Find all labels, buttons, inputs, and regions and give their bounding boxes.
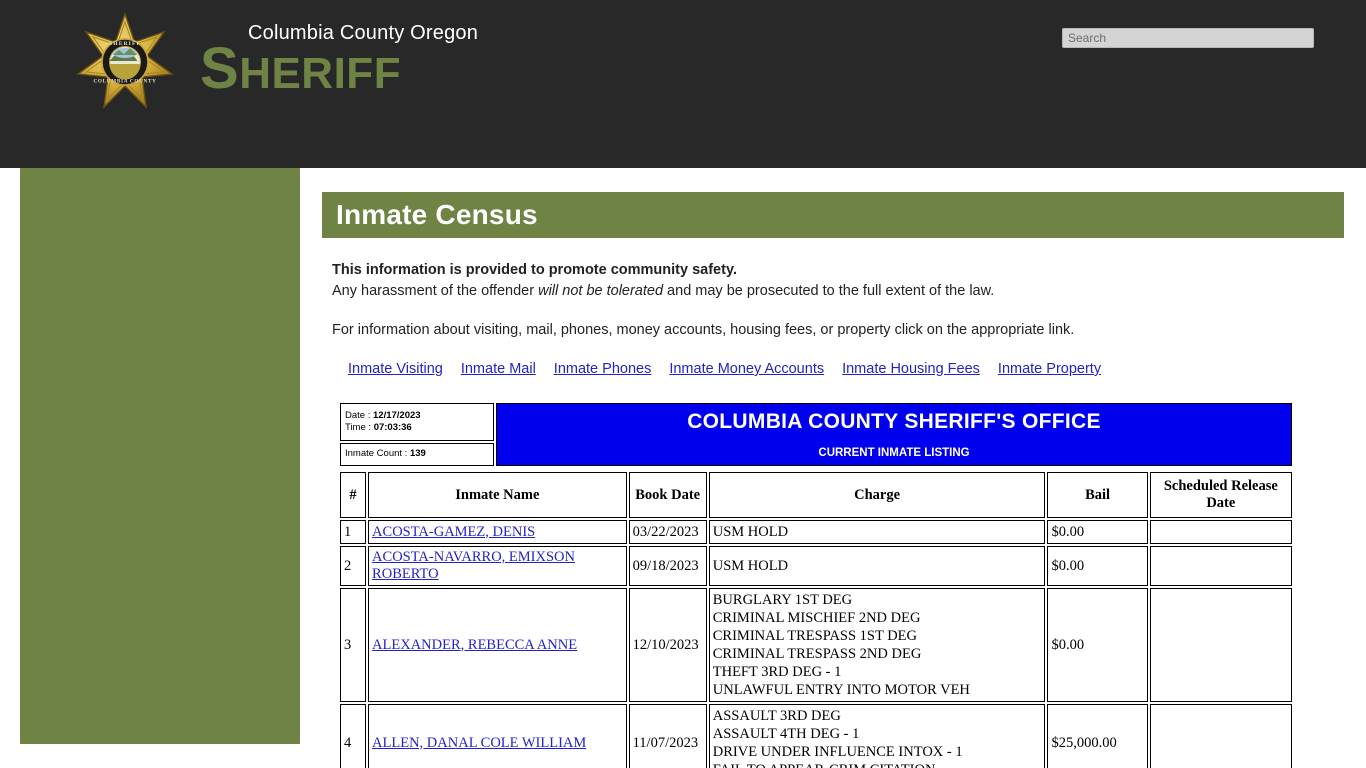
intro-sub-post: and may be prosecuted to the full extent… xyxy=(663,283,995,299)
page-title-bar: Inmate Census xyxy=(322,192,1344,238)
brand-sheriff-label: SHERIFF xyxy=(200,40,478,99)
cell-charges: USM HOLD xyxy=(708,520,1046,544)
cell-book-date: 11/07/2023 xyxy=(628,704,707,768)
listing-count-value: 139 xyxy=(409,448,426,460)
charge-line: USM HOLD xyxy=(712,558,789,574)
cell-scheduled-release-date xyxy=(1149,704,1292,768)
column-header-number: # xyxy=(340,472,367,518)
main-content: Inmate Census This information is provid… xyxy=(322,192,1344,768)
page-title: Inmate Census xyxy=(336,199,538,230)
column-header-charge: Charge xyxy=(708,472,1046,518)
charge-line: CRIMINAL MISCHIEF 2ND DEG xyxy=(712,610,921,626)
charge-line: ASSAULT 3RD DEG xyxy=(712,708,841,724)
table-row: 4 ALLEN, DANAL COLE WILLIAM 11/07/2023 ASSA… xyxy=(340,704,1292,768)
link-inmate-housing-fees[interactable]: Inmate Housing Fees xyxy=(842,361,980,377)
inmate-name-link[interactable]: ACOSTA-NAVARRO, EMIXSON ROBERTO xyxy=(372,549,575,582)
census-table-head: # Inmate Name Book Date Charge Bail Sche… xyxy=(340,472,1292,518)
brand-county-label: Columbia County Oregon xyxy=(248,22,479,44)
star-badge-icon: SHERIFF COLUMBIA COUNTY xyxy=(76,12,174,109)
cell-row-number: 4 xyxy=(340,704,367,768)
listing-meta-table: Date : 12/17/2023 Time : 07:03:36 COLUMB… xyxy=(338,401,1294,468)
inmate-name-link[interactable]: ALEXANDER, REBECCA ANNE xyxy=(372,637,577,653)
listing-datetime-cell: Date : 12/17/2023 Time : 07:03:36 xyxy=(340,403,494,441)
charge-line: CRIMINAL TRESPASS 1ST DEG xyxy=(712,628,918,644)
inmate-census-table: # Inmate Name Book Date Charge Bail Sche… xyxy=(338,470,1294,768)
intro-sub-emphasis: will not be tolerated xyxy=(538,283,664,299)
listing-count-label: Inmate Count : xyxy=(345,448,408,460)
charge-line: BURGLARY 1ST DEG xyxy=(712,592,853,608)
listing-time-line: Time : 07:03:36 xyxy=(345,422,489,434)
listing-office-title: COLUMBIA COUNTY SHERIFF'S OFFICE xyxy=(687,410,1101,433)
charge-line: CRIMINAL TRESPASS 2ND DEG xyxy=(712,646,922,662)
charge-line: USM HOLD xyxy=(712,524,789,540)
cell-bail: $0.00 xyxy=(1047,520,1148,544)
cell-inmate-name: ALEXANDER, REBECCA ANNE xyxy=(368,588,627,702)
svg-text:SHERIFF: SHERIFF xyxy=(109,41,141,47)
charge-line: UNLAWFUL ENTRY INTO MOTOR VEH xyxy=(712,682,970,698)
cell-scheduled-release-date xyxy=(1149,588,1292,702)
charge-line: ASSAULT 4TH DEG - 1 xyxy=(712,726,860,742)
link-inmate-phones[interactable]: Inmate Phones xyxy=(554,361,652,377)
cell-charges: BURGLARY 1ST DEG CRIMINAL MISCHIEF 2ND DE… xyxy=(708,588,1046,702)
cell-row-number: 3 xyxy=(340,588,367,702)
table-row: 2 ACOSTA-NAVARRO, EMIXSON ROBERTO 09/18/20… xyxy=(340,546,1292,586)
link-inmate-visiting[interactable]: Inmate Visiting xyxy=(348,361,443,377)
listing-date-value: 12/17/2023 xyxy=(373,409,421,421)
intro-sub: Any harassment of the offender will not … xyxy=(332,281,1334,301)
charge-line: FAIL TO APPEAR-CRIM CITATION xyxy=(713,761,1042,768)
listing-count-cell: Inmate Count : 139 xyxy=(340,442,494,466)
cell-inmate-name: ACOSTA-GAMEZ, DENIS xyxy=(368,520,627,544)
intro-block: This information is provided to promote … xyxy=(322,238,1344,340)
listing-time-value: 07:03:36 xyxy=(373,421,412,433)
cell-bail: $25,000.00 xyxy=(1047,704,1148,768)
column-header-bail: Bail xyxy=(1047,472,1148,518)
link-inmate-property[interactable]: Inmate Property xyxy=(998,361,1101,377)
inmate-service-links: Inmate Visiting Inmate Mail Inmate Phones I… xyxy=(322,361,1344,377)
cell-charges: USM HOLD xyxy=(708,546,1046,586)
charge-line: DRIVE UNDER INFLUENCE INTOX - 1 xyxy=(712,744,963,760)
listing-time-label: Time : xyxy=(345,421,372,433)
cell-book-date: 12/10/2023 xyxy=(628,588,707,702)
table-row: 3 ALEXANDER, REBECCA ANNE 12/10/2023 BURGLA… xyxy=(340,588,1292,702)
listing-title-banner: COLUMBIA COUNTY SHERIFF'S OFFICE CURRENT… xyxy=(496,403,1292,466)
site-header: SHERIFF COLUMBIA COUNTY Columbia County … xyxy=(0,0,1366,168)
brand-sheriff-rest: HERIFF xyxy=(239,49,402,98)
listing-date-line: Date : 12/17/2023 xyxy=(345,410,489,422)
link-inmate-money-accounts[interactable]: Inmate Money Accounts xyxy=(669,361,824,377)
cell-book-date: 09/18/2023 xyxy=(628,546,707,586)
cell-scheduled-release-date xyxy=(1149,546,1292,586)
column-header-inmate-name: Inmate Name xyxy=(368,472,627,518)
column-header-book-date: Book Date xyxy=(628,472,707,518)
cell-inmate-name: ALLEN, DANAL COLE WILLIAM xyxy=(368,704,627,768)
page-body: Inmate Census This information is provid… xyxy=(0,168,1366,768)
brand-block[interactable]: Columbia County Oregon SHERIFF xyxy=(200,22,478,99)
cell-book-date: 03/22/2023 xyxy=(628,520,707,544)
listing-date-label: Date : xyxy=(345,409,371,421)
inmate-name-link[interactable]: ACOSTA-GAMEZ, DENIS xyxy=(372,524,535,540)
sheriff-badge-logo[interactable]: SHERIFF COLUMBIA COUNTY xyxy=(70,12,180,112)
cell-scheduled-release-date xyxy=(1149,520,1292,544)
brand-sheriff-capital: S xyxy=(200,36,240,101)
left-sidebar-panel xyxy=(20,168,300,744)
svg-text:COLUMBIA COUNTY: COLUMBIA COUNTY xyxy=(93,79,156,85)
cell-bail: $0.00 xyxy=(1047,588,1148,702)
link-inmate-mail[interactable]: Inmate Mail xyxy=(461,361,536,377)
search-input[interactable] xyxy=(1062,28,1314,48)
intro-note: For information about visiting, mail, ph… xyxy=(332,322,1075,338)
table-row: 1 ACOSTA-GAMEZ, DENIS 03/22/2023 USM HOLD $0… xyxy=(340,520,1292,544)
census-header-row: # Inmate Name Book Date Charge Bail Sche… xyxy=(340,472,1292,518)
inmate-name-link[interactable]: ALLEN, DANAL COLE WILLIAM xyxy=(372,735,586,751)
charge-line: THEFT 3RD DEG - 1 xyxy=(712,664,842,680)
cell-row-number: 2 xyxy=(340,546,367,586)
cell-bail: $0.00 xyxy=(1047,546,1148,586)
cell-inmate-name: ACOSTA-NAVARRO, EMIXSON ROBERTO xyxy=(368,546,627,586)
intro-lead: This information is provided to promote … xyxy=(332,262,737,278)
census-table-body: 1 ACOSTA-GAMEZ, DENIS 03/22/2023 USM HOLD $0… xyxy=(340,520,1292,768)
cell-charges: ASSAULT 3RD DEG ASSAULT 4TH DEG - 1 DRIVE … xyxy=(708,704,1046,768)
intro-sub-pre: Any harassment of the offender xyxy=(332,283,539,299)
column-header-scheduled-release-date: Scheduled Release Date xyxy=(1149,472,1292,518)
inmate-listing: Date : 12/17/2023 Time : 07:03:36 COLUMB… xyxy=(322,401,1344,768)
listing-subtitle: CURRENT INMATE LISTING xyxy=(818,447,970,459)
cell-row-number: 1 xyxy=(340,520,367,544)
